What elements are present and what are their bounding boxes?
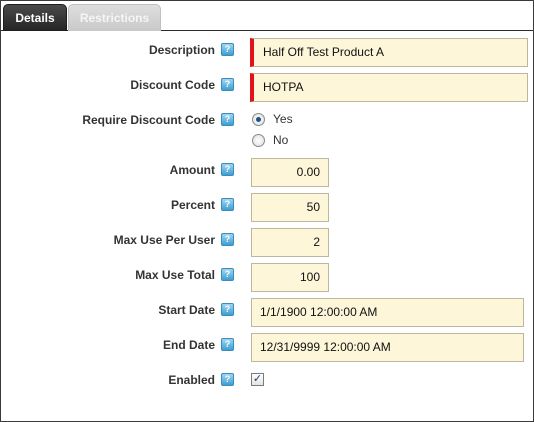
require-code-no-label: No: [273, 133, 289, 147]
help-icon[interactable]: ?: [221, 113, 234, 126]
discount-editor-panel: Details Restrictions Description ? Half …: [0, 0, 534, 422]
start-date-label: Start Date: [158, 303, 215, 317]
help-icon[interactable]: ?: [221, 198, 234, 211]
tab-bar: Details Restrictions: [1, 1, 533, 31]
end-date-label: End Date: [162, 338, 215, 352]
require-discount-code-label: Require Discount Code: [82, 113, 215, 127]
help-icon[interactable]: ?: [221, 338, 234, 351]
start-date-field[interactable]: 1/1/1900 12:00:00 AM: [251, 298, 524, 327]
amount-field[interactable]: 0.00: [251, 158, 329, 187]
max-use-total-label: Max Use Total: [135, 268, 215, 282]
help-icon[interactable]: ?: [221, 163, 234, 176]
max-use-per-user-field[interactable]: 2: [251, 228, 329, 257]
description-label: Description: [148, 43, 215, 57]
help-icon[interactable]: ?: [221, 268, 234, 281]
enabled-checkbox[interactable]: ✓: [251, 373, 264, 386]
help-icon[interactable]: ?: [221, 233, 234, 246]
require-code-no-radio[interactable]: [252, 134, 265, 147]
max-use-per-user-label: Max Use Per User: [113, 233, 215, 247]
tab-details[interactable]: Details: [3, 4, 67, 31]
tab-restrictions[interactable]: Restrictions: [68, 4, 161, 31]
enabled-label: Enabled: [168, 373, 215, 387]
percent-field[interactable]: 50: [251, 193, 329, 222]
percent-label: Percent: [170, 198, 215, 212]
amount-label: Amount: [169, 163, 215, 177]
discount-code-label: Discount Code: [130, 78, 215, 92]
max-use-total-field[interactable]: 100: [251, 263, 329, 292]
require-code-yes-radio[interactable]: [252, 113, 265, 126]
discount-code-field[interactable]: HOTPA: [250, 73, 528, 102]
help-icon[interactable]: ?: [221, 43, 234, 56]
help-icon[interactable]: ?: [221, 78, 234, 91]
description-field[interactable]: Half Off Test Product A: [250, 38, 528, 67]
help-icon[interactable]: ?: [221, 303, 234, 316]
help-icon[interactable]: ?: [221, 373, 234, 386]
require-code-yes-label: Yes: [273, 112, 293, 126]
end-date-field[interactable]: 12/31/9999 12:00:00 AM: [251, 333, 524, 362]
